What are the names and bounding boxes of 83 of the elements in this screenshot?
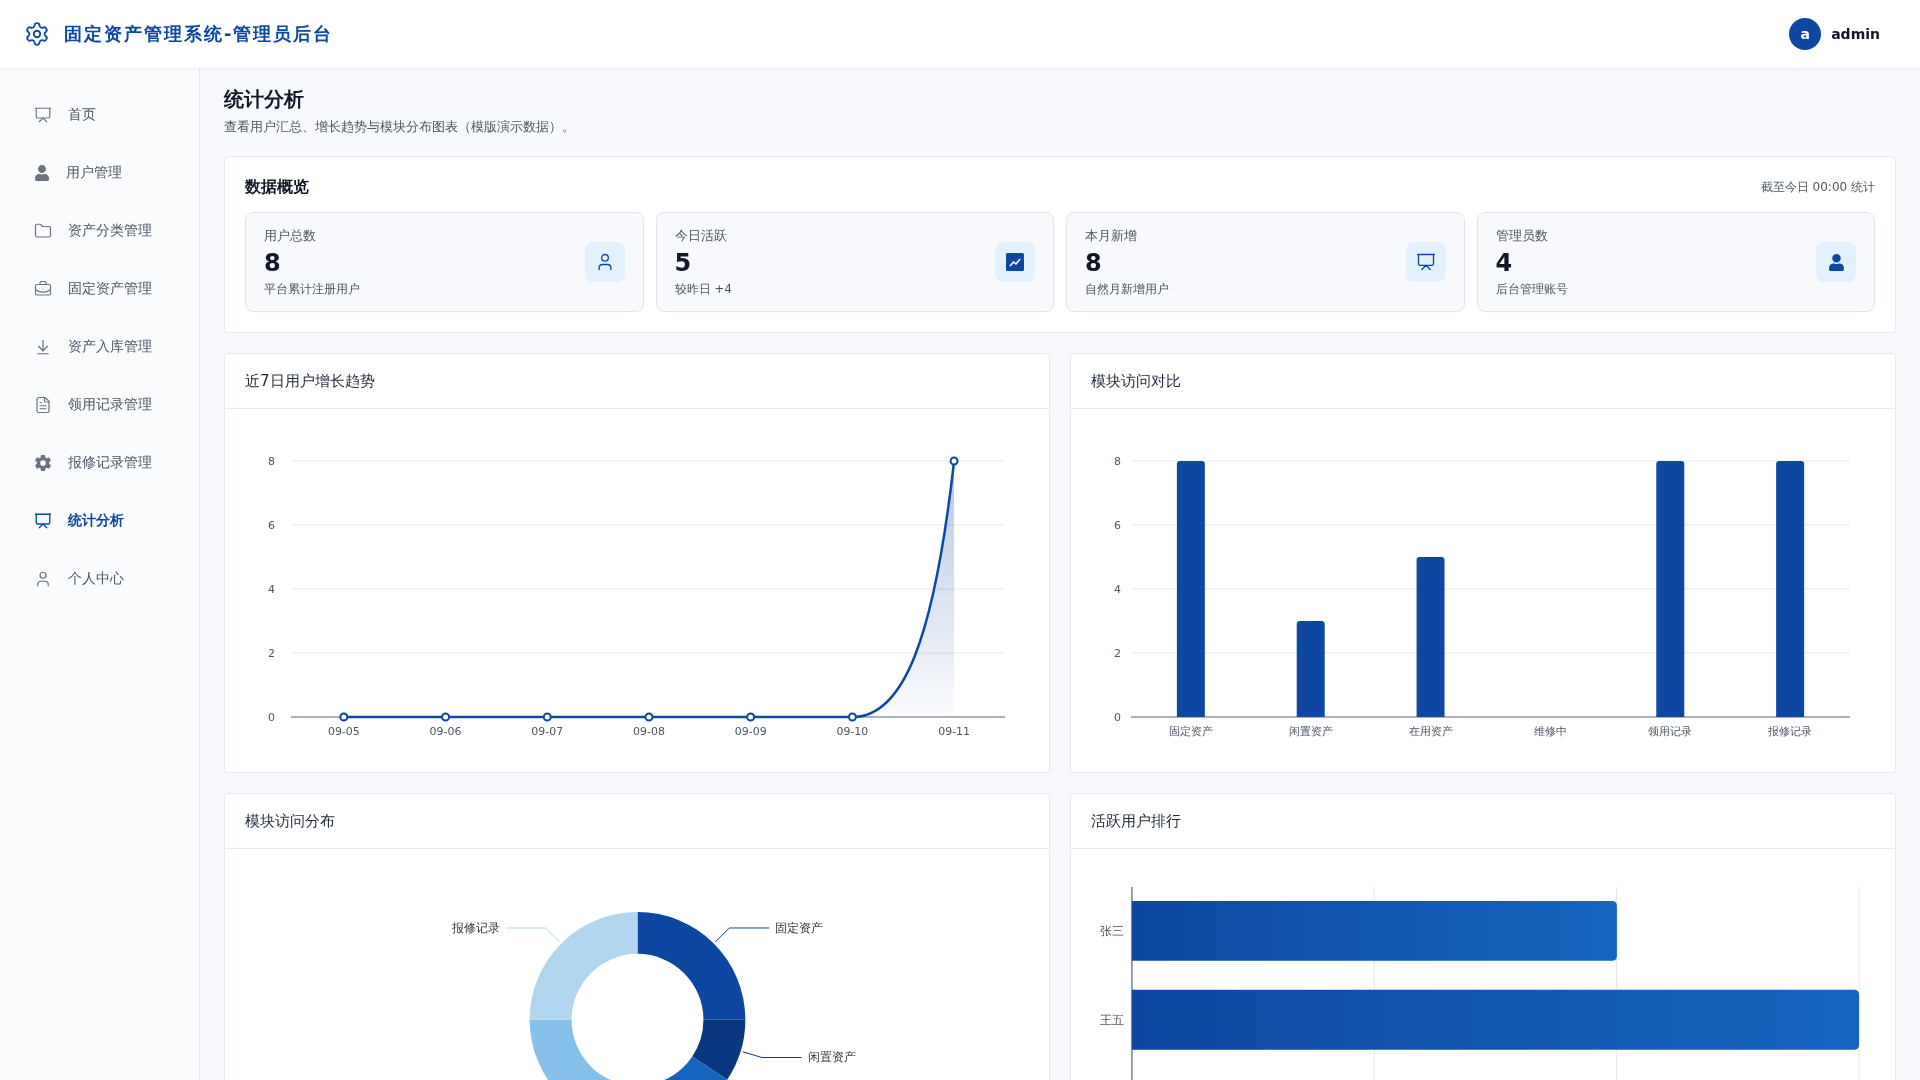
stats-note: 截至今日 00:00 统计	[1760, 179, 1875, 196]
user-name-label: 张三	[1099, 923, 1124, 938]
user-name[interactable]: admin	[1831, 26, 1880, 42]
slice-label: 固定资产	[775, 921, 824, 935]
stat-hint: 平台累计注册用户	[264, 280, 360, 298]
chart-title: 模块访问分布	[245, 811, 335, 831]
axis-tick-label: 固定资产	[1168, 725, 1213, 738]
axis-tick-label: 09-05	[327, 725, 360, 738]
data-point	[339, 712, 349, 722]
stat-label: 用户总数	[264, 226, 317, 245]
axis-tick-label: 8	[1113, 455, 1121, 468]
axis-tick-label: 报修记录	[1768, 725, 1813, 738]
user-icon	[1827, 253, 1845, 271]
leader-line	[742, 1051, 803, 1058]
axis-tick-label: 6	[1113, 519, 1121, 532]
sidebar-item[interactable]: 用户管理	[0, 144, 199, 202]
slice-label: 报修记录	[451, 921, 500, 935]
sidebar-item[interactable]: 报修记录管理	[0, 434, 199, 492]
chart-board-icon	[1415, 252, 1436, 272]
page-title: 统计分析	[224, 86, 305, 113]
user-icon	[34, 570, 52, 588]
stat-value: 8	[264, 247, 282, 279]
stat-value: 8	[1085, 247, 1103, 279]
stat-label: 今日活跃	[674, 226, 728, 245]
axis-tick-label: 领用记录	[1648, 725, 1693, 738]
axis-tick-label: 09-08	[633, 725, 665, 738]
data-point	[847, 712, 857, 722]
data-point	[441, 712, 451, 722]
chart-board-icon	[34, 106, 52, 124]
user-icon	[34, 165, 50, 181]
leader-line	[714, 927, 770, 943]
axis-tick-label: 09-11	[938, 725, 971, 738]
axis-tick-label: 09-07	[531, 725, 564, 738]
stat-value: 4	[1495, 247, 1514, 279]
stat-label: 本月新增	[1085, 226, 1138, 245]
sidebar-item[interactable]: 统计分析	[0, 492, 199, 550]
user-avatar[interactable]: a	[1789, 18, 1822, 50]
app-title: 固定资产管理系统-管理员后台	[64, 22, 334, 46]
gear-icon	[34, 454, 52, 472]
data-point	[746, 712, 756, 722]
data-point	[949, 456, 959, 466]
stat-hint: 后台管理账号	[1495, 280, 1568, 298]
stat-label: 管理员数	[1495, 226, 1549, 245]
axis-tick-label: 4	[1113, 583, 1121, 596]
axis-tick-label: 2	[1113, 647, 1121, 660]
data-point	[542, 712, 552, 722]
axis-tick-label: 2	[267, 647, 275, 660]
document-icon	[34, 396, 52, 414]
sidebar-item[interactable]: 领用记录管理	[0, 376, 199, 434]
section-title: 数据概览	[245, 177, 309, 198]
axis-tick-label: 0	[267, 711, 275, 724]
chart-title: 近7日用户增长趋势	[245, 371, 375, 391]
settings-icon	[24, 21, 50, 47]
stat-hint: 自然月新增用户	[1085, 280, 1169, 298]
axis-tick-label: 4	[267, 583, 275, 596]
slice-label: 闲置资产	[807, 1050, 856, 1065]
axis-tick-label: 维修中	[1533, 725, 1567, 738]
leader-line	[505, 927, 561, 943]
axis-tick-label: 0	[1113, 711, 1121, 724]
download-icon	[34, 338, 52, 356]
axis-tick-label: 6	[267, 519, 275, 532]
axis-tick-label: 8	[267, 455, 275, 468]
sidebar-item[interactable]: 首页	[0, 86, 199, 144]
axis-tick-label: 09-09	[734, 725, 767, 738]
line-chart-icon	[1006, 253, 1024, 271]
sidebar-item[interactable]: 固定资产管理	[0, 260, 199, 318]
briefcase-icon	[34, 280, 52, 298]
sidebar-item[interactable]: 资产入库管理	[0, 318, 199, 376]
sidebar-item[interactable]: 个人中心	[0, 550, 199, 608]
data-point	[644, 712, 654, 722]
axis-tick-label: 09-10	[836, 725, 869, 738]
sidebar-item[interactable]: 资产分类管理	[0, 202, 199, 260]
stat-value: 5	[674, 247, 693, 279]
page-subtitle: 查看用户汇总、增长趋势与模块分布图表（模版演示数据）。	[224, 119, 576, 136]
chart-title: 模块访问对比	[1091, 371, 1181, 391]
axis-tick-label: 闲置资产	[1288, 725, 1333, 738]
folder-icon	[34, 222, 52, 240]
axis-tick-label: 09-06	[429, 725, 462, 738]
stat-hint: 较昨日 +4	[674, 280, 732, 298]
axis-tick-label: 在用资产	[1408, 725, 1453, 738]
user-name-label: 王五	[1099, 1012, 1124, 1027]
chart-title: 活跃用户排行	[1091, 811, 1181, 831]
chart-board-icon	[34, 512, 52, 530]
